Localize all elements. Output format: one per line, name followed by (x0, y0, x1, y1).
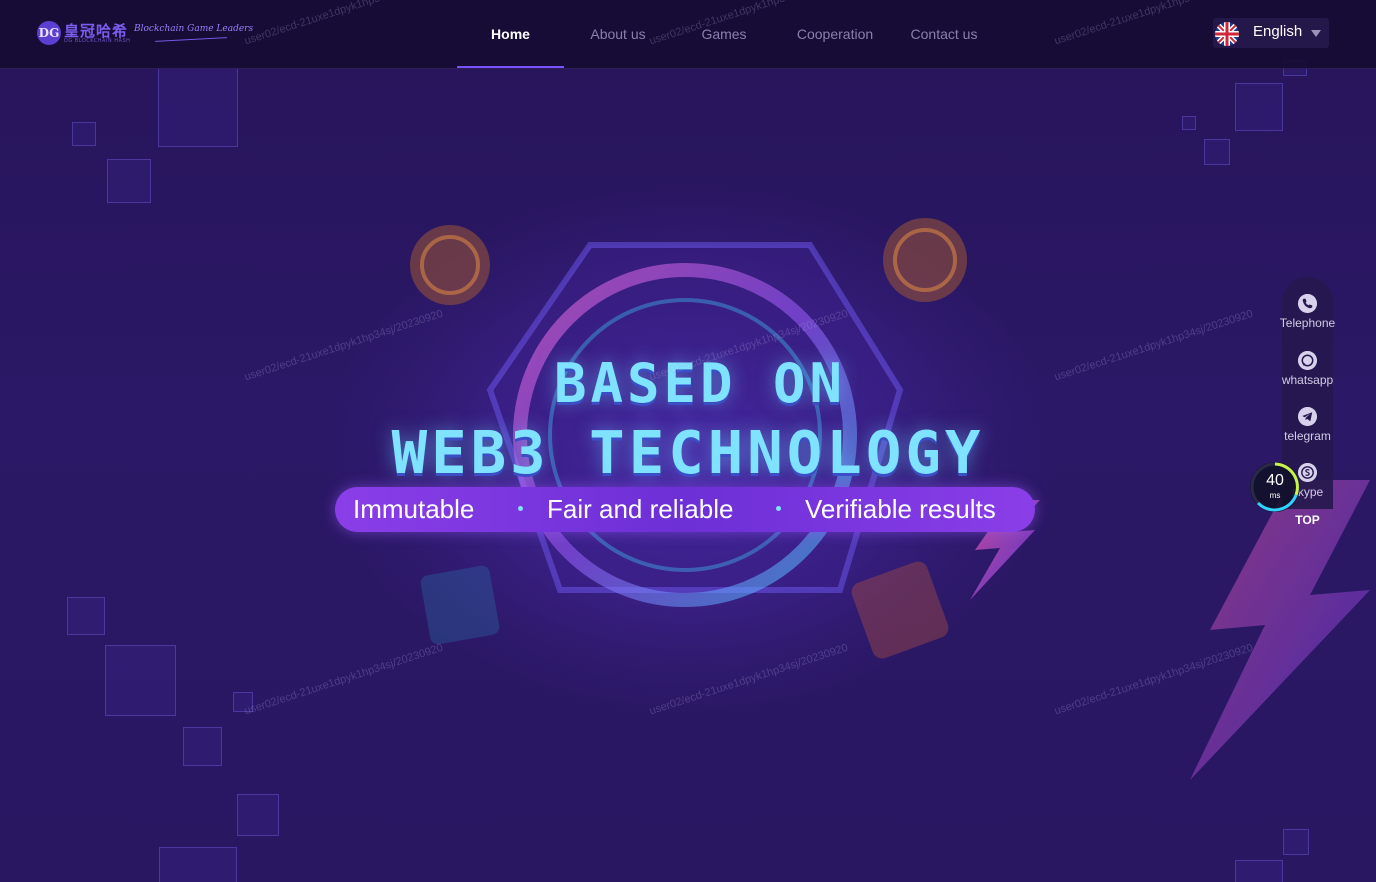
decor-square (237, 794, 279, 836)
back-to-top-button[interactable]: TOP (1282, 513, 1333, 533)
contact-label: whatsapp (1281, 373, 1334, 387)
contact-whatsapp[interactable]: whatsapp (1272, 351, 1343, 403)
phone-icon (1298, 294, 1317, 313)
contact-telephone[interactable]: Telephone (1272, 294, 1343, 346)
feature-immutable: Immutable (353, 494, 475, 524)
decor-square (159, 847, 237, 882)
logo-mark: DG (37, 21, 61, 45)
decor-square (1235, 83, 1283, 131)
nav-games[interactable]: Games (690, 0, 758, 68)
latency-indicator: 40 ms (1248, 460, 1302, 514)
decor-square (1235, 860, 1283, 882)
decor-square (1204, 139, 1230, 165)
nav-home[interactable]: Home (457, 0, 564, 68)
latency-value: 40 (1266, 472, 1284, 489)
site-logo[interactable]: DG 皇冠哈希 DG BLOCKCHAIN HASH Blockchain Ga… (37, 19, 253, 47)
language-label: English (1253, 23, 1303, 40)
latency-unit: ms (1269, 491, 1281, 500)
feature-verifiable: Verifiable results (805, 494, 996, 524)
uk-flag-icon (1215, 22, 1239, 46)
whatsapp-icon (1298, 351, 1317, 370)
hero-title-line1: BASED ON (553, 352, 847, 415)
hero-title-line2: WEB3 TECHNOLOGY (391, 418, 985, 487)
hero-features-pill: Immutable Fair and reliable Verifiable r… (335, 487, 1035, 532)
lightning-decoration (1190, 480, 1370, 780)
telegram-icon (1298, 407, 1317, 426)
contact-telegram[interactable]: telegram (1272, 407, 1343, 459)
logo-tagline: Blockchain Game Leaders (134, 24, 254, 34)
contact-label: Telephone (1279, 316, 1336, 330)
nav-cooperation[interactable]: Cooperation (790, 0, 880, 68)
page: BASED ON WEB3 TECHNOLOGY Immutable Fair … (0, 0, 1376, 882)
top-navbar: DG 皇冠哈希 DG BLOCKCHAIN HASH Blockchain Ga… (0, 0, 1376, 69)
decor-square (105, 645, 176, 716)
chevron-down-icon (1311, 30, 1321, 37)
nav-contact-us[interactable]: Contact us (905, 0, 983, 68)
decor-square (233, 692, 253, 712)
decor-square (72, 122, 96, 146)
feature-separator-dot (518, 506, 523, 511)
feature-separator-dot (776, 506, 781, 511)
logo-tagline-underline (155, 37, 227, 42)
nav-about-us[interactable]: About us (580, 0, 656, 68)
decor-square (107, 159, 151, 203)
language-selector[interactable]: English (1213, 18, 1329, 48)
decor-square (1182, 116, 1196, 130)
feature-fair-reliable: Fair and reliable (547, 494, 734, 524)
contact-label: telegram (1284, 429, 1331, 443)
logo-subtitle: DG BLOCKCHAIN HASH (64, 38, 131, 44)
decor-square (67, 597, 105, 635)
decor-square (1283, 829, 1309, 855)
nav-active-indicator (457, 66, 564, 68)
decor-square (158, 67, 238, 147)
decor-square (183, 727, 222, 766)
